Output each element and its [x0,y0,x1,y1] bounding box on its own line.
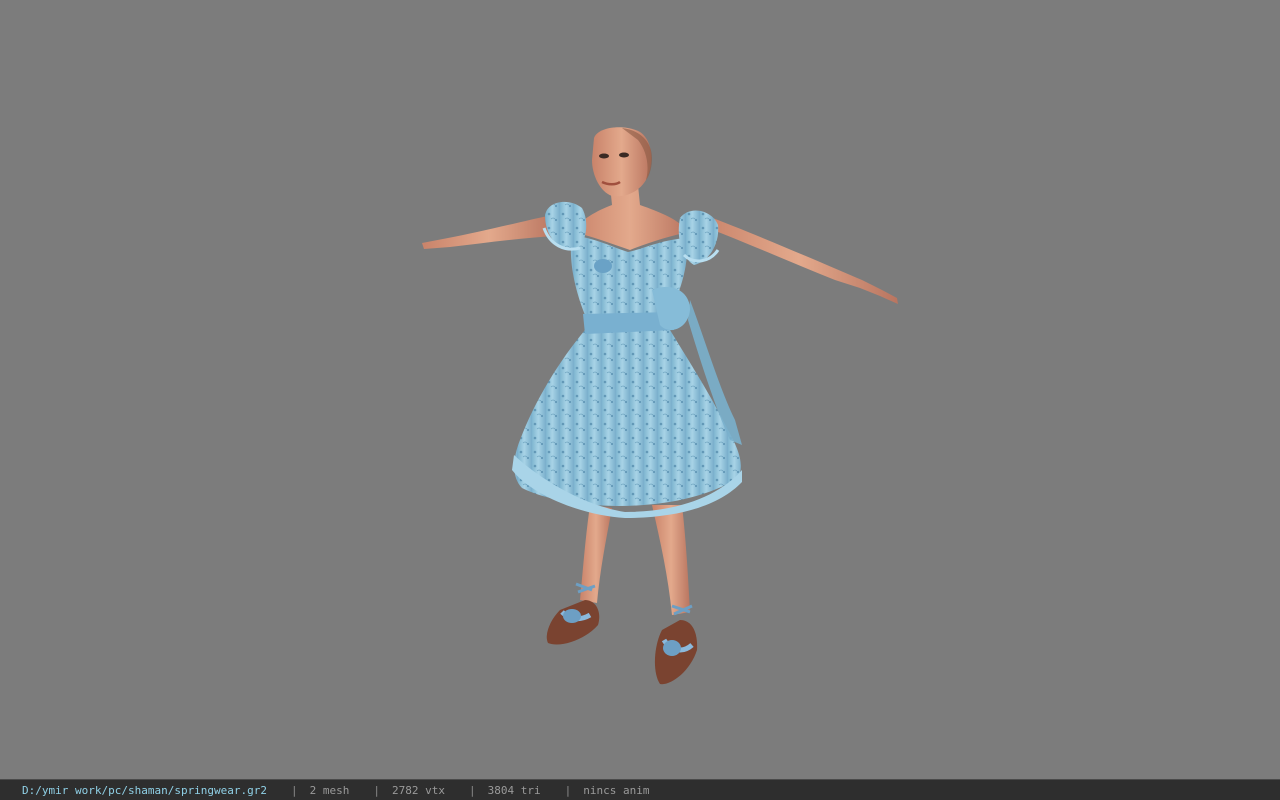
file-path-label: D:/ymir work/pc/shaman/springwear.gr2 [22,783,268,797]
head [592,127,652,197]
skirt [512,300,742,518]
status-separator: | [564,783,572,797]
vertex-count-label: 2782 vtx [392,783,446,797]
status-separator: | [291,783,298,797]
status-separator: | [469,783,476,797]
status-bar: D:/ymir work/pc/shaman/springwear.gr2 | … [0,779,1280,800]
bodice [570,235,690,334]
status-separator: | [373,783,381,797]
triangle-count-label: 3804 tri [487,783,541,797]
3d-viewport[interactable] [0,0,1280,779]
character-model[interactable] [0,0,1280,779]
legs [580,505,690,615]
mesh-count-label: 2 mesh [309,783,350,797]
sandal-right [654,604,698,685]
animation-status-label: nincs anim [583,783,650,797]
